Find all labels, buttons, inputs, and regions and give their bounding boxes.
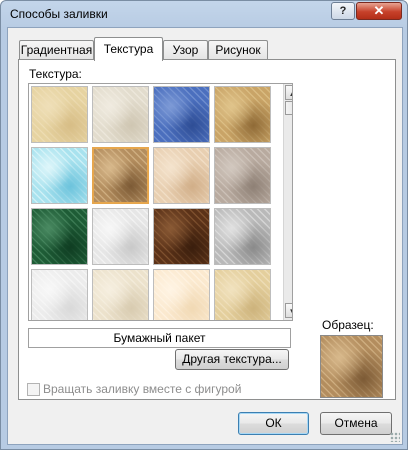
dialog-title: Способы заливки [10,7,108,21]
close-button[interactable]: ✕ [356,2,402,20]
scroll-down-arrow-icon[interactable]: ▼ [285,303,292,318]
rotate-with-shape-checkbox[interactable] [27,383,40,396]
scroll-up-arrow-icon[interactable]: ▲ [285,85,292,100]
dialog-client-area: Градиентная Текстура Узор Рисунок Тексту… [7,27,403,445]
sample-label: Образец: [322,318,374,332]
texture-tile-canvas[interactable] [92,86,149,143]
tab-pattern[interactable]: Узор [163,40,208,60]
close-icon: ✕ [373,3,385,18]
texture-tile-parchment[interactable] [153,269,210,320]
title-bar[interactable]: Способы заливки ? ✕ [1,1,407,27]
texture-tile-water-droplets[interactable] [31,147,88,204]
texture-tile-fish-fossil[interactable] [153,147,210,204]
texture-panel: Текстура: ▲ ▼ Бумажный пакет Другая текс… [18,59,396,400]
scroll-thumb[interactable] [285,101,292,115]
tab-gradient[interactable]: Градиентная [19,40,94,60]
gallery-scrollbar[interactable]: ▲ ▼ [283,84,292,320]
texture-tile-white-marble[interactable] [92,208,149,265]
texture-name-field: Бумажный пакет [28,328,291,348]
ok-button[interactable]: ОК [238,412,309,435]
other-texture-button[interactable]: Другая текстура... [175,349,289,370]
texture-tile-cork[interactable] [214,269,271,320]
texture-section-label: Текстура: [29,67,82,81]
sample-preview [320,335,383,398]
texture-gallery: ▲ ▼ [28,83,293,321]
rotate-with-shape-label: Вращать заливку вместе с фигурой [43,382,242,396]
texture-tile-brown-marble[interactable] [153,208,210,265]
fill-effects-dialog: Способы заливки ? ✕ Градиентная Текстура… [0,0,408,450]
texture-tile-stationery[interactable] [92,269,149,320]
texture-tile-sand[interactable] [214,147,271,204]
texture-tile-paper-bag[interactable] [92,147,149,204]
tab-texture[interactable]: Текстура [94,37,163,61]
help-button[interactable]: ? [331,2,355,20]
resize-grip-icon[interactable] [390,432,400,442]
texture-tile-papyrus[interactable] [31,86,88,143]
texture-tile-denim[interactable] [153,86,210,143]
texture-tile-woven-mat[interactable] [214,86,271,143]
cancel-button[interactable]: Отмена [320,412,392,435]
texture-tile-green-marble[interactable] [31,208,88,265]
texture-tile-granite[interactable] [214,208,271,265]
tab-picture[interactable]: Рисунок [208,40,268,60]
texture-tile-recycled-paper[interactable] [31,269,88,320]
